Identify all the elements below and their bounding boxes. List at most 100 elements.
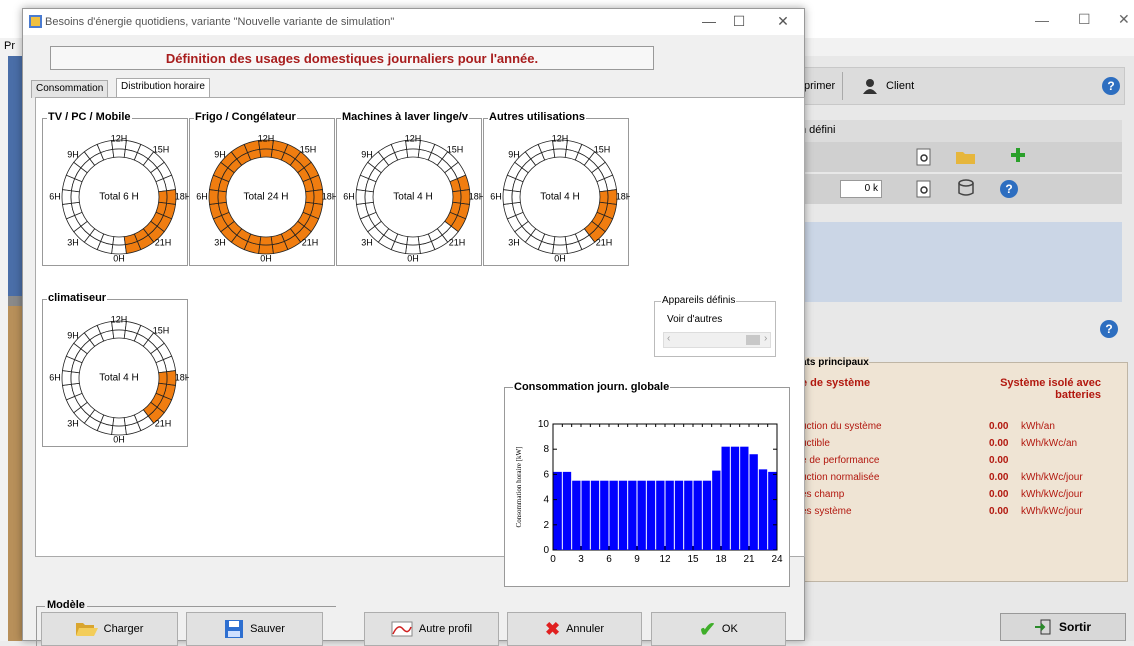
clock-dial[interactable]: 12H 15H 18H 21H 0H 3H 6H 9H Total 4 H [484,119,630,267]
bg-minimize-button[interactable]: — [1035,12,1049,28]
clock-hour-segment[interactable] [553,148,567,158]
clock-dial[interactable]: 12H 15H 18H 21H 0H 3H 6H 9H Total 6 H [43,119,189,267]
tab-consommation[interactable]: Consommation [31,80,109,98]
clock-hour-segment[interactable] [112,236,126,246]
x-tick-label: 15 [687,554,699,565]
clock-hour-label: 0H [260,253,272,263]
chart-bar [600,480,609,550]
chart-bar [693,480,702,550]
maximize-button[interactable]: ☐ [729,13,749,31]
clock-hour-label: 21H [596,237,613,247]
chart-bar [656,480,665,550]
clock-hour-segment[interactable] [217,190,227,204]
clock-hour-segment[interactable] [208,189,219,205]
clock-hour-label: 15H [153,325,170,335]
bg-results-col1: e de système [801,377,871,389]
result-unit: kWh/kWc/jour [1021,506,1083,517]
clock-hour-segment[interactable] [355,189,366,205]
modele-title: Modèle [45,599,87,611]
clock-hour-segment[interactable] [259,148,273,158]
result-label: uction du système [801,421,882,432]
x-tick-label: 12 [659,554,671,565]
scroll-thumb[interactable] [746,335,760,345]
clock-hour-label: 21H [155,418,172,428]
x-tick-label: 3 [578,554,584,565]
clock-hour-label: 6H [343,191,355,201]
clock-hour-segment[interactable] [112,148,126,158]
bg-results-panel: ats principaux e de système Système isol… [800,357,1128,582]
clock-hour-segment[interactable] [406,148,420,158]
bg-value-select[interactable]: 0 k [840,180,882,198]
clock-hour-segment[interactable] [70,190,80,204]
bg-sortir-button[interactable]: Sortir [1000,613,1126,641]
bg-maximize-button[interactable]: ☐ [1078,11,1091,28]
save-icon [225,620,244,638]
chart-bar [702,480,712,550]
clock-hour-label: 15H [300,144,317,154]
clock-hour-label: 3H [67,418,79,428]
bg-help-icon-2[interactable]: ? [1000,180,1018,198]
clock-total-label: Total 4 H [393,192,432,203]
bg-sortir-label: Sortir [1058,620,1091,634]
search-doc-icon-2[interactable] [916,180,934,198]
clock-hour-label: 21H [302,237,319,247]
bg-help-icon-3[interactable]: ? [1100,320,1118,338]
minimize-button[interactable]: — [699,13,719,31]
clock-hour-segment[interactable] [406,236,420,246]
global-consumption-chart: Consommation journ. globale 0 3 6 9 12 15 18 21… [504,381,790,587]
chart-bar [730,446,740,550]
voir-autres-link[interactable]: Voir d'autres [667,314,722,325]
clock-hour-label: 15H [153,144,170,154]
chart-bar [590,480,600,550]
appareils-scrollbar[interactable]: ‹ › [663,332,771,348]
clock-hour-label: 15H [594,144,611,154]
clock-hour-segment[interactable] [112,329,126,339]
appareils-title: Appareils définis [661,295,737,306]
clock-dial[interactable]: 12H 15H 18H 21H 0H 3H 6H 9H Total 4 H [43,300,189,448]
search-doc-icon[interactable] [916,148,934,166]
chart-bar [572,480,581,550]
clock-hour-segment[interactable] [502,189,513,205]
bg-help-icon-1[interactable]: ? [1102,77,1120,95]
add-icon[interactable] [1010,147,1026,163]
bg-close-button[interactable]: ✕ [1118,11,1130,28]
clock-dial[interactable]: 12H 15H 18H 21H 0H 3H 6H 9H Total 4 H [337,119,483,267]
chart-bar [665,480,674,550]
clock-tv-pc-mobile: TV / PC / Mobile 12H 15H 18H 21H 0H 3H 6H 9H Tota… [42,111,189,267]
clock-hour-label: 21H [449,237,466,247]
clock-hour-segment[interactable] [553,236,567,246]
folder-icon[interactable] [956,150,976,164]
chart-bar [581,480,590,550]
result-value: 0.00 [989,489,1009,500]
clock-hour-segment[interactable] [305,190,315,204]
clock-dial[interactable]: 12H 15H 18H 21H 0H 3H 6H 9H Total 24 H [190,119,336,267]
scroll-left-arrow[interactable]: ‹ [667,333,670,344]
clock-hour-segment[interactable] [452,190,462,204]
ok-label: OK [721,623,738,635]
clock-hour-segment[interactable] [70,371,80,385]
clock-hour-segment[interactable] [112,417,126,427]
clock-hour-segment[interactable] [511,190,521,204]
clock-hour-label: 12H [552,133,569,143]
clock-hour-segment[interactable] [61,189,72,205]
scroll-right-arrow[interactable]: › [764,333,767,344]
bg-print-label[interactable]: primer [804,80,835,92]
close-button[interactable]: ✕ [773,13,793,31]
cancel-x-icon: ✖ [544,618,561,639]
result-unit: kWh/kWc/jour [1021,472,1083,483]
clock-hour-segment[interactable] [259,236,273,246]
clock-hour-segment[interactable] [158,371,168,385]
clock-hour-segment[interactable] [364,190,374,204]
tab-distribution-horaire[interactable]: Distribution horaire [116,78,210,98]
clock-hour-segment[interactable] [61,370,72,386]
clock-hour-label: 15H [447,144,464,154]
bg-client-label[interactable]: Client [886,80,914,92]
database-icon[interactable] [958,179,974,197]
clock-hour-segment[interactable] [158,190,168,204]
clock-hour-label: 6H [49,191,61,201]
clock-hour-label: 9H [67,149,79,159]
result-label: es champ [801,489,845,500]
chart-bar [618,480,628,550]
clock-hour-segment[interactable] [599,190,609,204]
clock-hour-label: 6H [196,191,208,201]
